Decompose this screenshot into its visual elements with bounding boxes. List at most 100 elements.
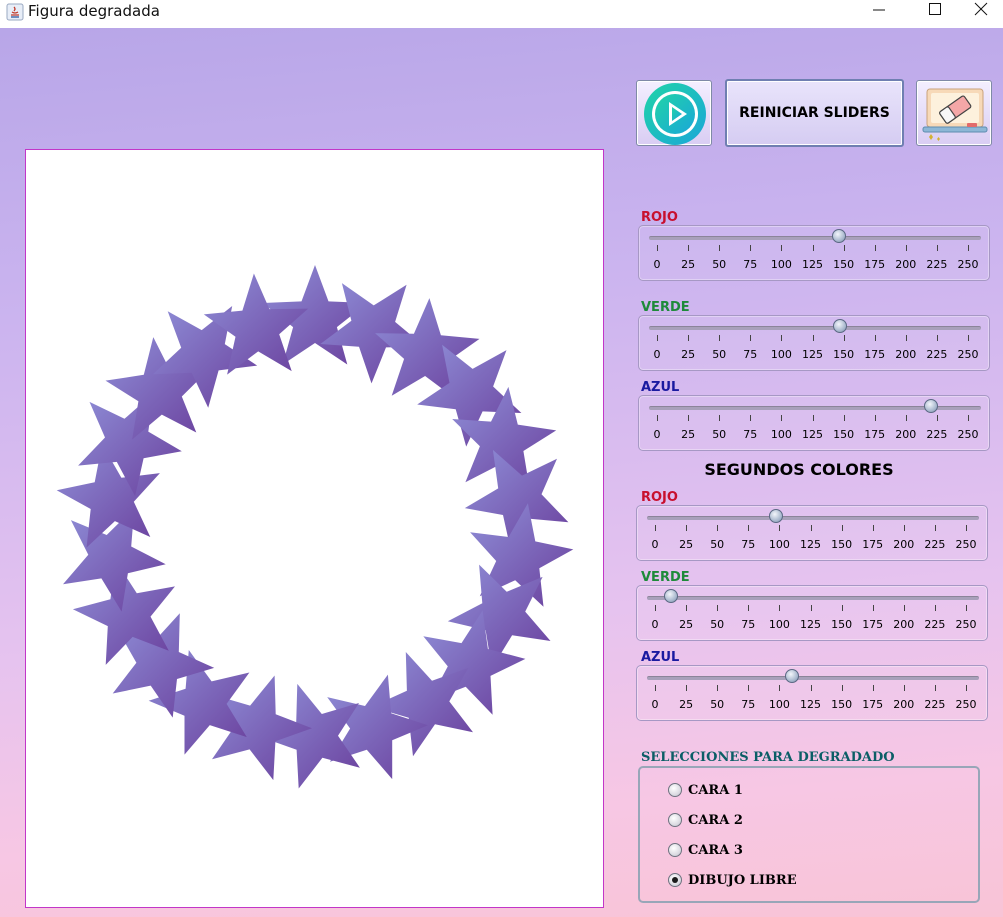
- slider-tick: [936, 245, 938, 251]
- slider-tick-label: 250: [957, 258, 979, 271]
- slider-tick-label: 100: [770, 428, 792, 441]
- slider-thumb[interactable]: [832, 319, 847, 333]
- slider-tick: [748, 685, 750, 691]
- play-circle-icon: [644, 83, 706, 145]
- title-bar: Figura degradada: [0, 0, 1003, 28]
- slider-tick: [934, 605, 936, 611]
- slider-tick: [686, 685, 688, 691]
- slider-tick: [874, 245, 876, 251]
- slider-tick: [717, 605, 719, 611]
- minimize-icon[interactable]: [856, 0, 902, 28]
- second-colors-title: SEGUNDOS COLORES: [704, 460, 894, 479]
- slider-thumb[interactable]: [831, 229, 846, 243]
- slider-tick: [719, 335, 721, 341]
- second-azul-slider[interactable]: 0 25 50 75 100 125 150 175 200 225 250: [636, 665, 988, 721]
- drawing-canvas[interactable]: [25, 149, 604, 908]
- slider-tick-label: 75: [741, 698, 756, 711]
- slider-tick: [655, 685, 656, 691]
- slider-tick-label: 225: [926, 258, 948, 271]
- slider-tick: [936, 335, 938, 341]
- first-rojo-slider[interactable]: 0 25 50 75 100 125 150 175 200 225 250: [638, 225, 990, 281]
- slider-track[interactable]: [649, 236, 981, 240]
- slider-tick: [779, 605, 781, 611]
- erase-button[interactable]: [916, 80, 992, 146]
- slider-tick: [843, 335, 845, 341]
- slider-tick-label: 25: [681, 428, 696, 441]
- radio-cara-1[interactable]: CARA 1: [668, 780, 743, 800]
- radio-cara-3[interactable]: CARA 3: [668, 840, 743, 860]
- slider-track[interactable]: [647, 676, 979, 680]
- radio-button-icon[interactable]: [668, 813, 682, 827]
- slider-tick-label: 150: [833, 428, 855, 441]
- slider-tick-label: 0: [653, 258, 661, 271]
- slider-tick-label: 50: [712, 258, 727, 271]
- play-button[interactable]: [636, 80, 712, 146]
- slider-tick-label: 100: [768, 698, 790, 711]
- slider-tick: [688, 245, 690, 251]
- radio-button-icon[interactable]: [668, 843, 682, 857]
- slider-tick-label: 250: [955, 538, 977, 551]
- slider-track[interactable]: [647, 516, 979, 520]
- first-azul-slider[interactable]: 0 25 50 75 100 125 150 175 200 225 250: [638, 395, 990, 451]
- slider-tick: [841, 605, 843, 611]
- slider-thumb[interactable]: [784, 669, 799, 683]
- slider-tick-label: 0: [651, 538, 659, 551]
- slider-tick-label: 100: [770, 348, 792, 361]
- slider-tick-label: 150: [831, 618, 853, 631]
- slider-tick: [655, 525, 656, 531]
- slider-tick: [812, 335, 814, 341]
- radio-dibujo-libre[interactable]: DIBUJO LIBRE: [668, 870, 797, 890]
- slider-tick-label: 175: [862, 538, 884, 551]
- slider-tick-label: 200: [893, 698, 915, 711]
- second-verde-label: VERDE: [641, 570, 690, 585]
- slider-tick-label: 75: [741, 618, 756, 631]
- slider-tick: [841, 685, 843, 691]
- slider-thumb[interactable]: [923, 399, 938, 413]
- radio-button-icon[interactable]: [668, 783, 682, 797]
- slider-track[interactable]: [647, 596, 979, 600]
- slider-tick-label: 75: [743, 258, 758, 271]
- slider-tick: [903, 525, 905, 531]
- slider-tick-label: 25: [681, 348, 696, 361]
- second-rojo-label: ROJO: [641, 490, 678, 505]
- slider-tick-label: 75: [741, 538, 756, 551]
- first-azul-label: AZUL: [641, 380, 680, 395]
- close-icon[interactable]: [958, 0, 1003, 28]
- eraser-icon: [922, 88, 988, 141]
- slider-tick-label: 0: [651, 618, 659, 631]
- second-verde-slider[interactable]: 0 25 50 75 100 125 150 175 200 225 250: [636, 585, 988, 641]
- slider-tick: [874, 415, 876, 421]
- slider-tick: [841, 525, 843, 531]
- slider-tick-label: 200: [893, 618, 915, 631]
- slider-tick-label: 100: [770, 258, 792, 271]
- slider-tick-label: 200: [895, 258, 917, 271]
- slider-tick-label: 125: [802, 428, 823, 441]
- first-verde-slider[interactable]: 0 25 50 75 100 125 150 175 200 225 250: [638, 315, 990, 371]
- slider-track[interactable]: [649, 326, 981, 330]
- slider-tick: [810, 605, 812, 611]
- reset-sliders-button[interactable]: REINICIAR SLIDERS: [725, 79, 904, 147]
- radio-label: DIBUJO LIBRE: [688, 872, 797, 888]
- slider-tick-label: 200: [895, 428, 917, 441]
- radio-label: CARA 1: [688, 782, 743, 798]
- slider-tick-label: 125: [800, 698, 821, 711]
- maximize-icon[interactable]: [912, 0, 958, 28]
- slider-tick-label: 150: [831, 538, 853, 551]
- slider-tick: [812, 415, 814, 421]
- radio-button-icon[interactable]: [668, 873, 682, 887]
- slider-tick: [968, 245, 969, 251]
- slider-tick-label: 175: [864, 348, 886, 361]
- slider-tick-label: 50: [712, 428, 727, 441]
- slider-tick: [686, 525, 688, 531]
- slider-tick-label: 100: [768, 538, 790, 551]
- slider-tick: [872, 525, 874, 531]
- slider-thumb[interactable]: [664, 589, 679, 603]
- second-rojo-slider[interactable]: 0 25 50 75 100 125 150 175 200 225 250: [636, 505, 988, 561]
- slider-thumb[interactable]: [768, 509, 783, 523]
- slider-tick: [843, 415, 845, 421]
- radio-cara-2[interactable]: CARA 2: [668, 810, 743, 830]
- slider-tick-label: 200: [893, 538, 915, 551]
- slider-tick-label: 150: [833, 348, 855, 361]
- selection-group-title: SELECCIONES PARA DEGRADADO: [641, 750, 895, 765]
- slider-tick-label: 200: [895, 348, 917, 361]
